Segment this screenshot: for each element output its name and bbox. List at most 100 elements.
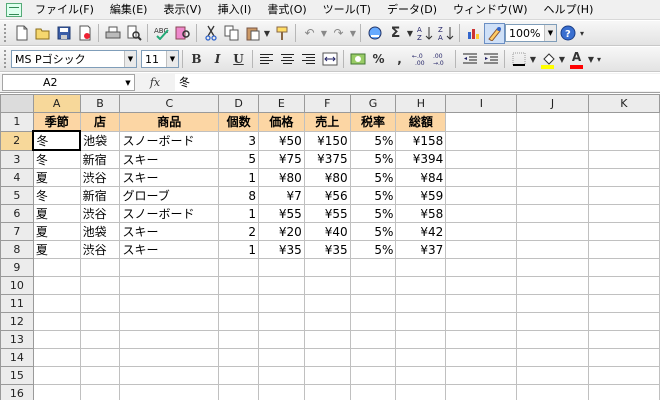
cell-k15[interactable]	[587, 366, 660, 385]
menu-help[interactable]: ヘルプ(H)	[536, 1, 602, 19]
cell-f4[interactable]: ¥80	[303, 168, 351, 187]
cell-g4[interactable]: 5%	[349, 168, 397, 187]
cell-j7[interactable]	[516, 222, 589, 241]
cell-e7[interactable]: ¥20	[258, 222, 305, 241]
cell-g14[interactable]	[349, 348, 397, 367]
cell-d7[interactable]: 2	[218, 222, 260, 241]
cell-k2[interactable]	[587, 130, 660, 151]
merge-center-icon[interactable]	[319, 49, 340, 70]
cell-a4[interactable]: 夏	[32, 168, 81, 187]
cell-f12[interactable]	[303, 312, 351, 331]
cell-i14[interactable]	[445, 348, 518, 367]
align-center-icon[interactable]	[277, 49, 298, 70]
font-color-icon[interactable]: A	[566, 49, 587, 70]
cell-k6[interactable]	[587, 204, 660, 223]
cell-h3[interactable]: ¥394	[395, 149, 447, 169]
paste-icon[interactable]	[242, 23, 263, 44]
cell-k3[interactable]	[587, 149, 660, 169]
cell-c14[interactable]	[119, 348, 220, 367]
cell-g8[interactable]: 5%	[349, 240, 397, 259]
cell-e8[interactable]: ¥35	[258, 240, 305, 259]
cell-f16[interactable]	[303, 384, 351, 400]
name-box[interactable]: A2 ▼	[2, 74, 135, 91]
cell-j12[interactable]	[516, 312, 589, 331]
hyperlink-icon[interactable]	[364, 23, 385, 44]
row-header[interactable]: 6	[0, 204, 34, 223]
column-header-e[interactable]: E	[258, 94, 305, 113]
cell-i6[interactable]	[445, 204, 518, 223]
cell-e2[interactable]: ¥50	[258, 130, 305, 151]
new-icon[interactable]	[11, 23, 32, 44]
cell-j4[interactable]	[516, 168, 589, 187]
cell-e12[interactable]	[258, 312, 305, 331]
cell-d4[interactable]: 1	[218, 168, 260, 187]
cell-i5[interactable]	[445, 186, 518, 205]
menu-data[interactable]: データ(D)	[379, 1, 445, 19]
cell-d12[interactable]	[218, 312, 260, 331]
cell-d8[interactable]: 1	[218, 240, 260, 259]
column-header-f[interactable]: F	[303, 94, 351, 113]
print-icon[interactable]	[102, 23, 123, 44]
cell-e16[interactable]	[258, 384, 305, 400]
bold-button[interactable]: B	[186, 49, 207, 70]
cell-e15[interactable]	[258, 366, 305, 385]
cell-b16[interactable]	[79, 384, 121, 400]
cell-c13[interactable]	[119, 330, 220, 349]
cell-f9[interactable]	[303, 258, 351, 277]
insert-function-button[interactable]: fx	[135, 76, 175, 89]
format-painter-icon[interactable]	[271, 23, 292, 44]
percent-style-button[interactable]: %	[368, 49, 389, 70]
borders-dropdown-icon[interactable]: ▼	[529, 55, 537, 64]
row-header[interactable]: 11	[0, 294, 34, 313]
cell-j8[interactable]	[516, 240, 589, 259]
cell-k7[interactable]	[587, 222, 660, 241]
align-right-icon[interactable]	[298, 49, 319, 70]
cell-h4[interactable]: ¥84	[395, 168, 447, 187]
cell-a3[interactable]: 冬	[32, 149, 81, 169]
cell-h12[interactable]	[395, 312, 447, 331]
cell-h8[interactable]: ¥37	[395, 240, 447, 259]
cell-g12[interactable]	[349, 312, 397, 331]
cell-g13[interactable]	[349, 330, 397, 349]
row-header[interactable]: 15	[0, 366, 34, 385]
cell-d10[interactable]	[218, 276, 260, 295]
cell-c4[interactable]: スキー	[119, 168, 220, 187]
autosum-icon[interactable]: Σ	[385, 23, 406, 44]
cell-b10[interactable]	[79, 276, 121, 295]
cell-d6[interactable]: 1	[218, 204, 260, 223]
cell-b1[interactable]: 店	[79, 112, 121, 132]
cell-b5[interactable]: 新宿	[79, 186, 121, 205]
cell-e3[interactable]: ¥75	[258, 149, 305, 169]
copy-icon[interactable]	[221, 23, 242, 44]
cell-h2[interactable]: ¥158	[395, 130, 447, 151]
formula-input[interactable]: 冬	[175, 74, 660, 91]
paste-dropdown-icon[interactable]: ▼	[263, 29, 271, 38]
cell-j3[interactable]	[516, 149, 589, 169]
research-icon[interactable]	[172, 23, 193, 44]
undo-dropdown-icon[interactable]: ▼	[320, 29, 328, 38]
cell-g11[interactable]	[349, 294, 397, 313]
cell-i11[interactable]	[445, 294, 518, 313]
row-header[interactable]: 13	[0, 330, 34, 349]
cell-i3[interactable]	[445, 149, 518, 169]
menu-view[interactable]: 表示(V)	[155, 1, 209, 19]
menu-edit[interactable]: 編集(E)	[102, 1, 156, 19]
cell-h16[interactable]	[395, 384, 447, 400]
decrease-indent-icon[interactable]	[459, 49, 480, 70]
toolbar-grip[interactable]	[4, 50, 8, 68]
cell-j2[interactable]	[516, 130, 589, 151]
cell-d13[interactable]	[218, 330, 260, 349]
cell-h1[interactable]: 総額	[395, 112, 447, 132]
menu-format[interactable]: 書式(O)	[259, 1, 314, 19]
cell-g16[interactable]	[349, 384, 397, 400]
column-header-g[interactable]: G	[349, 94, 397, 113]
cell-i1[interactable]	[445, 112, 518, 132]
cell-k9[interactable]	[587, 258, 660, 277]
cell-e11[interactable]	[258, 294, 305, 313]
cell-f13[interactable]	[303, 330, 351, 349]
cell-b6[interactable]: 渋谷	[79, 204, 121, 223]
cell-i13[interactable]	[445, 330, 518, 349]
cell-a2[interactable]: 冬	[32, 130, 82, 151]
increase-indent-icon[interactable]	[480, 49, 501, 70]
menu-file[interactable]: ファイル(F)	[27, 1, 102, 19]
